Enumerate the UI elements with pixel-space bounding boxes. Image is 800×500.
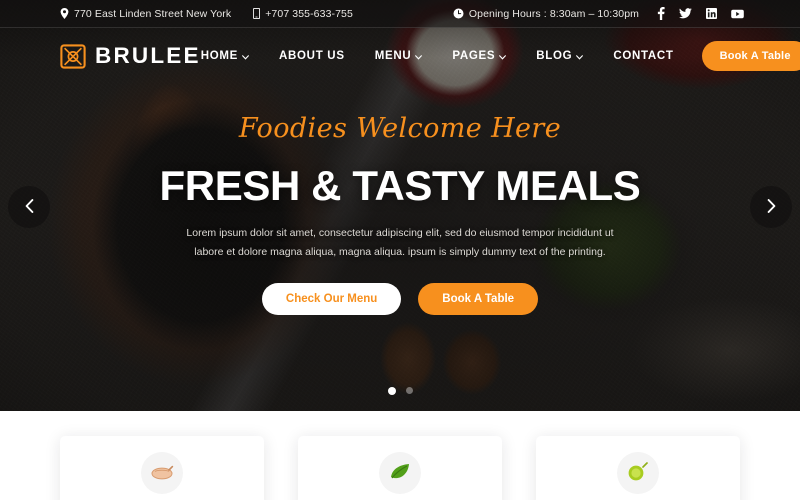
topbar-hours-social-group: Opening Hours : 8:30am – 10:30pm <box>453 7 744 20</box>
slider-dot-2[interactable] <box>405 387 413 394</box>
slider-prev-button[interactable] <box>8 186 50 228</box>
topbar-opening-hours: Opening Hours : 8:30am – 10:30pm <box>453 8 639 20</box>
hero-description: Lorem ipsum dolor sit amet, consectetur … <box>186 227 614 259</box>
feature-card-badge <box>617 452 659 494</box>
topbar-hours-text: Opening Hours : 8:30am – 10:30pm <box>468 7 639 20</box>
nav-item-about-us-label: ABOUT US <box>279 50 345 62</box>
chevron-down-icon <box>415 51 423 63</box>
chevron-down-icon <box>242 51 249 63</box>
feature-card[interactable] <box>536 436 740 500</box>
chevron-down-icon <box>499 51 507 63</box>
check-our-menu-button[interactable]: Check Our Menu <box>261 282 402 315</box>
nav-item-menu-label: MENU <box>374 50 412 62</box>
topbar-address: 770 East Linden Street New York <box>60 8 231 20</box>
nav-item-pages[interactable]: PAGES <box>452 50 507 63</box>
mobile-phone-icon <box>253 8 261 19</box>
twitter-icon[interactable] <box>679 8 692 19</box>
nav-item-home-label: HOME <box>200 50 239 62</box>
nav-item-blog-label: BLOG <box>536 50 573 62</box>
topbar-address-text: 770 East Linden Street New York <box>74 7 232 20</box>
hero-heading: FRESH & TASTY MEALS <box>159 161 641 209</box>
chevron-down-icon <box>576 51 584 63</box>
top-info-bar: 770 East Linden Street New York +707 355… <box>0 0 800 28</box>
nav-item-blog[interactable]: BLOG <box>536 50 584 63</box>
chevron-left-icon <box>25 198 34 216</box>
bread-roll-icon <box>149 461 175 486</box>
nav-item-contact[interactable]: CONTACT <box>613 50 673 62</box>
nav-item-about-us[interactable]: ABOUT US <box>279 50 345 62</box>
slider-pagination <box>0 387 800 395</box>
feature-cards-row <box>60 411 740 500</box>
chevron-right-icon <box>767 198 776 216</box>
nav-menu: HOME ABOUT US MENU PAGES BLOG CONTACT <box>201 50 674 63</box>
feature-card[interactable] <box>298 436 502 500</box>
hero-button-group: Check Our Menu Book A Table <box>0 282 800 315</box>
feature-cards-section <box>0 411 800 500</box>
nav-item-contact-label: CONTACT <box>613 50 674 62</box>
brand-logo[interactable]: BRULEE <box>60 42 201 69</box>
slider-next-button[interactable] <box>750 186 792 228</box>
feature-card[interactable] <box>60 436 264 500</box>
hero-content: Foodies Welcome Here FRESH & TASTY MEALS… <box>0 84 800 315</box>
lime-slice-icon <box>626 461 650 486</box>
social-links <box>657 7 744 20</box>
youtube-icon[interactable] <box>731 9 744 19</box>
topbar-phone-text: +707 355-633-755 <box>265 7 353 20</box>
feature-card-badge <box>141 452 183 494</box>
map-pin-icon <box>60 8 69 19</box>
nav-item-pages-label: PAGES <box>452 50 496 62</box>
topbar-contact-group: 770 East Linden Street New York +707 355… <box>60 8 375 20</box>
hero-script-title: Foodies Welcome Here <box>238 113 562 144</box>
hero-book-a-table-button[interactable]: Book A Table <box>418 282 539 315</box>
feature-card-badge <box>379 452 421 494</box>
topbar-phone: +707 355-633-755 <box>253 8 353 20</box>
slider-dot-1[interactable] <box>387 387 396 395</box>
main-navigation-bar: BRULEE HOME ABOUT US MENU PAGES BLOG CON… <box>0 28 800 84</box>
linkedin-icon[interactable] <box>706 8 717 19</box>
hero-slider: 770 East Linden Street New York +707 355… <box>0 0 800 411</box>
nav-book-a-table-button[interactable]: Book A Table <box>701 41 800 71</box>
facebook-icon[interactable] <box>657 7 665 20</box>
green-leaf-icon <box>388 461 412 486</box>
brand-name: BRULEE <box>95 42 201 68</box>
nav-item-menu[interactable]: MENU <box>375 50 423 63</box>
clock-icon <box>453 8 464 19</box>
crossed-cutlery-emblem-icon <box>60 43 86 69</box>
nav-item-home[interactable]: HOME <box>201 50 249 63</box>
